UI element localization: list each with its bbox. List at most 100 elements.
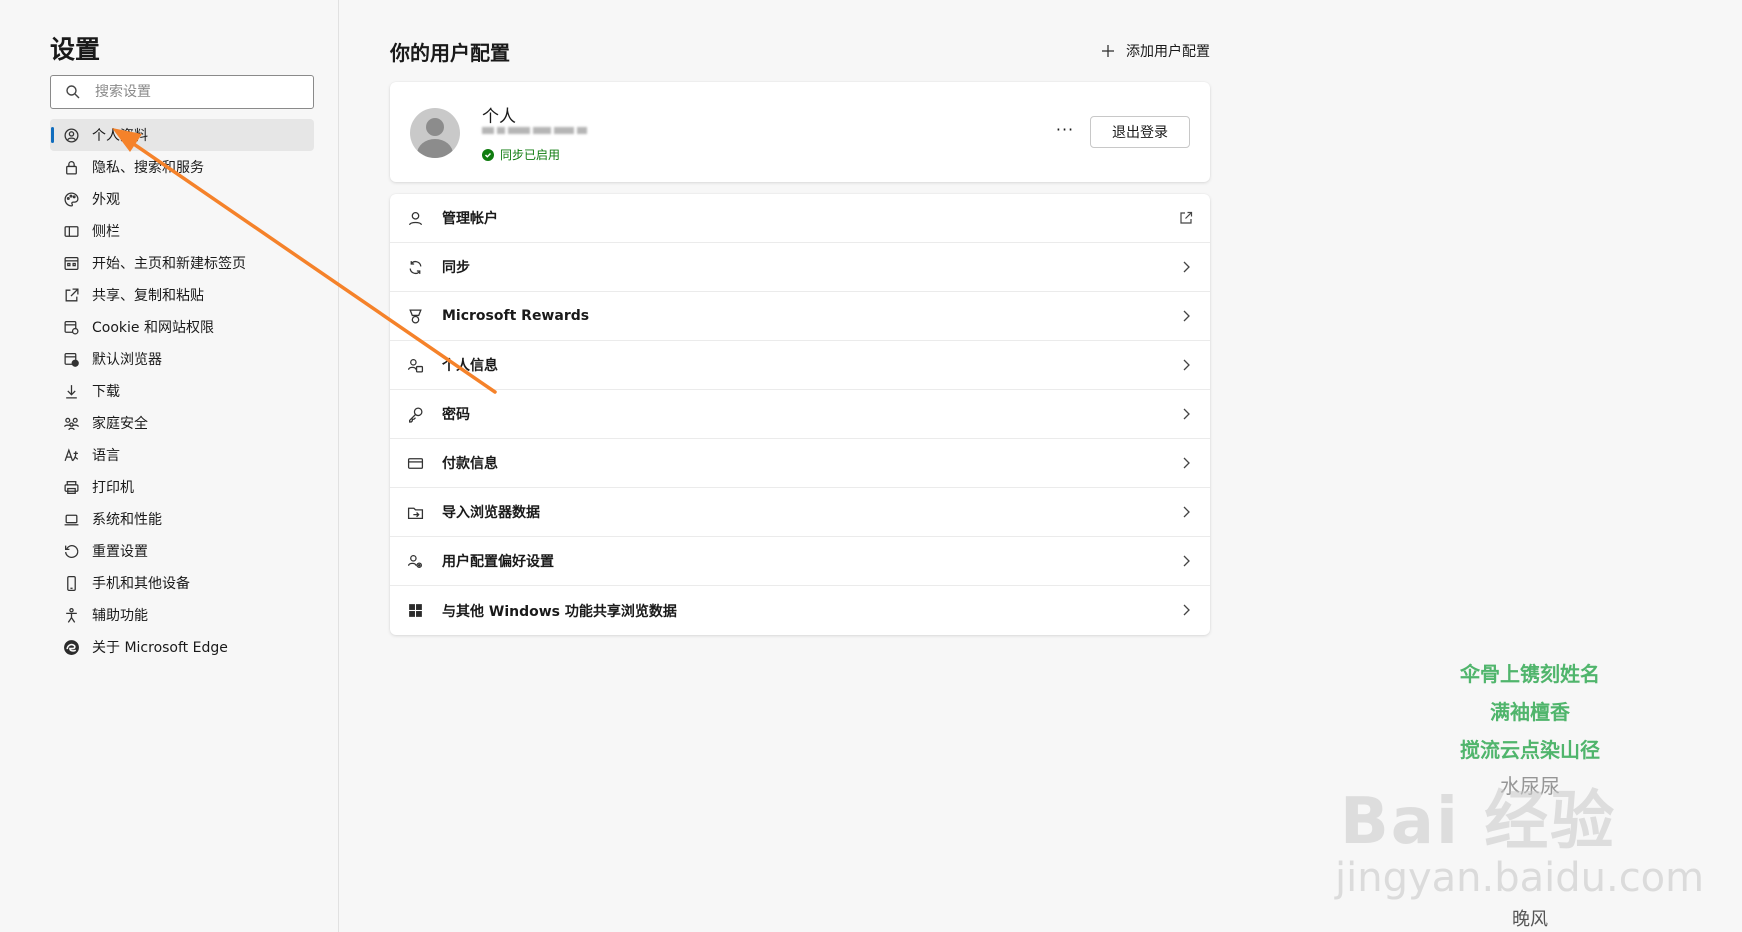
sidebar-item-cookies[interactable]: Cookie 和网站权限 xyxy=(50,311,314,343)
share-icon xyxy=(62,286,80,304)
chevron-right-icon xyxy=(1183,506,1190,518)
home-tab-icon xyxy=(62,254,80,272)
settings-nav: 个人资料 隐私、搜索和服务 外观 侧栏 开始、主页和新建标签页 共享、复制和粘贴… xyxy=(50,119,314,663)
plus-icon xyxy=(1102,45,1114,57)
person-icon xyxy=(406,209,424,227)
settings-sidebar: 设置 个人资料 隐私、搜索和服务 外观 xyxy=(0,0,339,932)
sidebar-item-label: 打印机 xyxy=(92,480,134,496)
profile-prefs-icon xyxy=(406,552,424,570)
add-profile-button[interactable]: 添加用户配置 xyxy=(1100,41,1210,61)
row-label: 密码 xyxy=(442,407,470,423)
baidu-watermark: 伞骨上镌刻姓名 满袖檀香 搅流云点染山径 水尿尿 Bai 经验 jingyan.… xyxy=(1320,620,1740,932)
language-icon xyxy=(62,446,80,464)
row-passwords[interactable]: 密码 xyxy=(390,390,1210,439)
cookie-permissions-icon xyxy=(62,318,80,336)
sidebar-item-appearance[interactable]: 外观 xyxy=(50,183,314,215)
sidebar-item-label: Cookie 和网站权限 xyxy=(92,320,214,336)
sidebar-item-label: 外观 xyxy=(92,192,120,208)
sidebar-item-phone[interactable]: 手机和其他设备 xyxy=(50,567,314,599)
import-icon xyxy=(406,503,424,521)
personal-info-icon xyxy=(406,356,424,374)
profile-name: 个人 xyxy=(482,107,516,127)
sidebar-item-downloads[interactable]: 下载 xyxy=(50,375,314,407)
sync-status-label: 同步已启用 xyxy=(500,148,561,162)
watermark-poem-line: 搅流云点染山径 xyxy=(1460,738,1600,762)
profile-settings-list: 管理帐户 同步 Microsoft Rewards 个人信息 密码 付款信息 导… xyxy=(390,194,1210,635)
search-box[interactable] xyxy=(50,75,314,109)
laptop-icon xyxy=(62,510,80,528)
chevron-right-icon xyxy=(1183,261,1190,273)
sidebar-item-label: 语言 xyxy=(92,448,120,464)
sidebar-item-accessibility[interactable]: 辅助功能 xyxy=(50,599,314,631)
sidebar-item-label: 隐私、搜索和服务 xyxy=(92,160,204,176)
sidebar-item-label: 系统和性能 xyxy=(92,512,162,528)
sidebar-item-label: 家庭安全 xyxy=(92,416,148,432)
sidebar-item-system[interactable]: 系统和性能 xyxy=(50,503,314,535)
page-title: 你的用户配置 xyxy=(390,40,510,65)
sidebar-item-label: 共享、复制和粘贴 xyxy=(92,288,204,304)
row-label: 用户配置偏好设置 xyxy=(442,554,554,570)
sidebar-item-label: 侧栏 xyxy=(92,224,120,240)
main-header: 你的用户配置 添加用户配置 xyxy=(390,36,1210,66)
row-microsoft-rewards[interactable]: Microsoft Rewards xyxy=(390,292,1210,341)
family-icon xyxy=(62,414,80,432)
sidebar-item-label: 开始、主页和新建标签页 xyxy=(92,256,246,272)
sidebar-item-profile[interactable]: 个人资料 xyxy=(50,119,314,151)
rewards-icon xyxy=(406,307,424,325)
sidebar-icon xyxy=(62,222,80,240)
sign-out-button[interactable]: 退出登录 xyxy=(1090,116,1190,148)
watermark-author: 晚风 xyxy=(1512,909,1548,930)
row-label: 管理帐户 xyxy=(442,211,498,227)
row-personal-info[interactable]: 个人信息 xyxy=(390,341,1210,390)
row-label: Microsoft Rewards xyxy=(442,308,590,324)
sidebar-item-label: 辅助功能 xyxy=(92,608,148,624)
more-options-button[interactable]: ··· xyxy=(1052,120,1078,144)
sidebar-item-privacy[interactable]: 隐私、搜索和服务 xyxy=(50,151,314,183)
edge-logo-icon xyxy=(62,638,80,656)
sync-icon xyxy=(406,258,424,276)
key-icon xyxy=(406,405,424,423)
sidebar-item-family[interactable]: 家庭安全 xyxy=(50,407,314,439)
sidebar-item-reset[interactable]: 重置设置 xyxy=(50,535,314,567)
row-import-data[interactable]: 导入浏览器数据 xyxy=(390,488,1210,537)
sidebar-item-label: 关于 Microsoft Edge xyxy=(92,640,228,656)
row-windows-sharing[interactable]: 与其他 Windows 功能共享浏览数据 xyxy=(390,586,1210,635)
sidebar-item-label: 手机和其他设备 xyxy=(92,576,190,592)
row-payment-info[interactable]: 付款信息 xyxy=(390,439,1210,488)
sidebar-item-label: 个人资料 xyxy=(92,128,148,144)
sidebar-item-label: 下载 xyxy=(92,384,120,400)
printer-icon xyxy=(62,478,80,496)
watermark-brand: Bai 经验 xyxy=(1340,785,1617,859)
avatar[interactable] xyxy=(410,108,460,158)
sidebar-item-start-home[interactable]: 开始、主页和新建标签页 xyxy=(50,247,314,279)
chevron-right-icon xyxy=(1183,555,1190,567)
row-label: 与其他 Windows 功能共享浏览数据 xyxy=(442,603,677,620)
external-link-icon xyxy=(1180,211,1193,224)
windows-icon xyxy=(406,602,424,620)
sidebar-item-about[interactable]: 关于 Microsoft Edge xyxy=(50,631,314,663)
lock-icon xyxy=(62,158,80,176)
sidebar-item-share[interactable]: 共享、复制和粘贴 xyxy=(50,279,314,311)
check-circle-icon xyxy=(482,148,494,161)
row-label: 同步 xyxy=(442,260,470,276)
row-label: 导入浏览器数据 xyxy=(442,505,540,521)
row-label: 付款信息 xyxy=(442,456,498,472)
phone-icon xyxy=(62,574,80,592)
sidebar-title: 设置 xyxy=(50,35,101,64)
profile-icon xyxy=(62,126,80,144)
reset-icon xyxy=(62,542,80,560)
sidebar-item-sidebar[interactable]: 侧栏 xyxy=(50,215,314,247)
chevron-right-icon xyxy=(1183,604,1190,616)
palette-icon xyxy=(62,190,80,208)
sidebar-item-printers[interactable]: 打印机 xyxy=(50,471,314,503)
sidebar-item-default-browser[interactable]: 默认浏览器 xyxy=(50,343,314,375)
row-profile-preferences[interactable]: 用户配置偏好设置 xyxy=(390,537,1210,586)
chevron-right-icon xyxy=(1183,457,1190,469)
row-sync[interactable]: 同步 xyxy=(390,243,1210,292)
avatar-head xyxy=(426,118,444,136)
row-manage-account[interactable]: 管理帐户 xyxy=(390,194,1210,243)
search-input[interactable] xyxy=(95,84,295,100)
profile-card: 个人 同步已启用 ··· 退出登录 xyxy=(390,82,1210,182)
sidebar-item-language[interactable]: 语言 xyxy=(50,439,314,471)
default-browser-icon xyxy=(62,350,80,368)
